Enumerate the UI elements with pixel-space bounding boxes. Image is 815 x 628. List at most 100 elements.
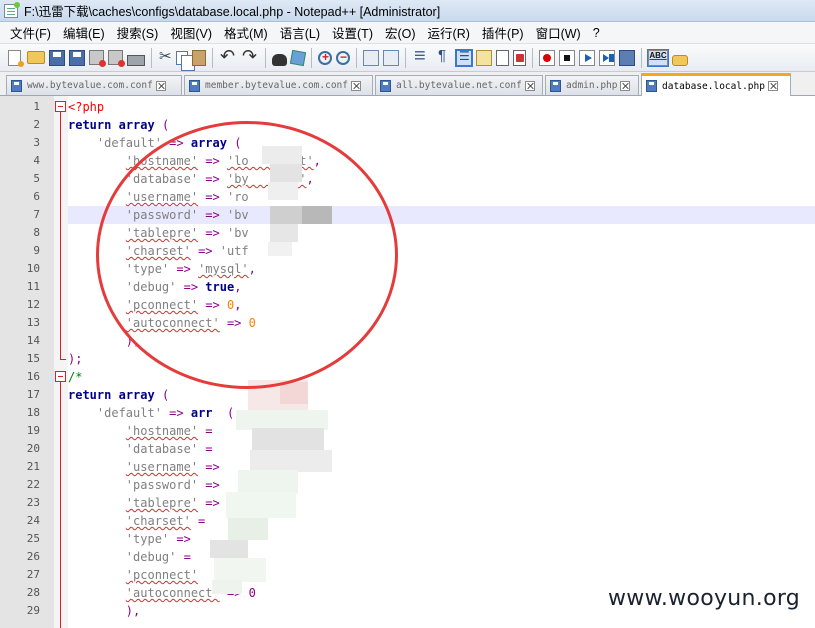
line-number: 29 bbox=[26, 604, 40, 617]
open-file-icon[interactable] bbox=[27, 51, 45, 64]
paste-icon[interactable] bbox=[192, 49, 206, 66]
indent-guide-icon[interactable] bbox=[455, 48, 473, 67]
operator: => bbox=[198, 496, 220, 510]
toolbar-separator bbox=[641, 47, 642, 68]
operator: = bbox=[198, 424, 213, 438]
print-icon[interactable] bbox=[127, 54, 145, 66]
language-icon[interactable] bbox=[476, 49, 492, 66]
tab-close-icon[interactable] bbox=[155, 80, 166, 91]
code-editor[interactable]: 1 2 3 4 5 6 7 8 9 10 11 12 13 14 15 16 1… bbox=[0, 96, 815, 628]
line-number: 25 bbox=[26, 532, 40, 545]
plugin-icon[interactable] bbox=[672, 54, 688, 66]
keyword-array: array bbox=[118, 118, 155, 132]
watermark-text: www.wooyun.org bbox=[608, 586, 801, 611]
find-icon[interactable] bbox=[272, 53, 287, 66]
tab-label: admin.php bbox=[566, 80, 618, 91]
cut-icon[interactable] bbox=[158, 47, 172, 67]
close-icon[interactable] bbox=[89, 50, 106, 67]
line-number: 8 bbox=[33, 226, 40, 239]
tab-admin-php[interactable]: admin.php bbox=[545, 75, 639, 95]
operator: ); bbox=[68, 352, 83, 366]
string-key: 'pconnect' bbox=[125, 568, 199, 582]
function-list-icon[interactable] bbox=[513, 49, 526, 66]
menu-settings[interactable]: 设置(T) bbox=[326, 23, 379, 42]
fold-toggle-icon[interactable] bbox=[55, 101, 66, 112]
tab-close-icon[interactable] bbox=[767, 81, 778, 91]
toolbar-separator bbox=[212, 47, 213, 68]
code-line: 'hostname' = bbox=[68, 422, 815, 440]
file-saved-icon bbox=[189, 79, 200, 92]
menu-edit[interactable]: 编辑(E) bbox=[57, 23, 111, 42]
menu-view[interactable]: 视图(V) bbox=[164, 23, 218, 42]
menu-format[interactable]: 格式(M) bbox=[218, 23, 274, 42]
menu-macro[interactable]: 宏(O) bbox=[379, 23, 422, 42]
new-file-icon[interactable] bbox=[8, 49, 24, 67]
line-number: 22 bbox=[26, 478, 40, 491]
operator: = bbox=[190, 514, 206, 528]
toolbar-separator bbox=[311, 47, 312, 68]
tab-close-icon[interactable] bbox=[351, 80, 361, 91]
menu-search[interactable]: 搜索(S) bbox=[111, 23, 165, 42]
show-all-chars-icon[interactable] bbox=[434, 47, 452, 67]
tab-label: database.local.php bbox=[662, 80, 765, 92]
code-line: return array ( bbox=[68, 386, 815, 404]
keyword-array: array bbox=[118, 388, 155, 402]
close-all-icon[interactable] bbox=[108, 50, 125, 67]
spell-check-icon[interactable]: ABC bbox=[647, 48, 669, 67]
tab-www-bytevalue-conf[interactable]: www.bytevalue.com.conf bbox=[6, 75, 182, 95]
file-saved-icon bbox=[646, 80, 657, 92]
operator: => bbox=[169, 532, 191, 546]
toolbar-separator bbox=[356, 47, 357, 68]
menu-window[interactable]: 窗口(W) bbox=[530, 23, 587, 42]
tab-database-local-php[interactable]: database.local.php bbox=[641, 73, 791, 96]
code-line: return array ( bbox=[68, 116, 815, 134]
tab-close-icon[interactable] bbox=[524, 80, 535, 91]
notepad-plus-plus-icon bbox=[4, 1, 20, 18]
sync-horizontal-icon[interactable] bbox=[383, 49, 399, 66]
line-number: 26 bbox=[26, 550, 40, 563]
tab-member-bytevalue-conf[interactable]: member.bytevalue.com.conf bbox=[184, 75, 373, 95]
menu-run[interactable]: 运行(R) bbox=[422, 23, 476, 42]
run-macro-multiple-icon[interactable] bbox=[599, 49, 615, 66]
string-key: 'default' bbox=[96, 406, 162, 420]
fold-toggle-icon[interactable] bbox=[55, 371, 66, 382]
menu-plugins[interactable]: 插件(P) bbox=[476, 23, 530, 42]
string-key: 'type' bbox=[125, 532, 170, 546]
line-number: 27 bbox=[26, 568, 40, 581]
line-number: 28 bbox=[26, 586, 40, 599]
string-key: 'autoconnect' bbox=[125, 586, 220, 600]
menu-help[interactable]: ? bbox=[587, 26, 606, 40]
line-number: 16 bbox=[26, 370, 40, 383]
replace-icon[interactable] bbox=[289, 49, 307, 66]
line-number: 5 bbox=[33, 172, 40, 185]
record-macro-icon[interactable] bbox=[539, 49, 555, 66]
redo-icon[interactable] bbox=[241, 46, 259, 67]
line-number: 20 bbox=[26, 442, 40, 455]
menu-file[interactable]: 文件(F) bbox=[4, 23, 57, 42]
save-macro-icon[interactable] bbox=[619, 49, 635, 66]
line-number: 10 bbox=[26, 262, 40, 275]
title-bar[interactable]: F:\迅雷下载\caches\configs\database.local.ph… bbox=[0, 0, 815, 22]
save-all-icon[interactable] bbox=[69, 49, 85, 66]
copy-icon[interactable] bbox=[176, 50, 195, 71]
zoom-in-icon[interactable] bbox=[318, 50, 332, 65]
sync-vertical-icon[interactable] bbox=[363, 49, 379, 66]
operator: ( bbox=[154, 118, 170, 132]
line-number: 24 bbox=[26, 514, 40, 527]
zoom-out-icon[interactable] bbox=[336, 50, 350, 65]
line-number: 19 bbox=[26, 424, 40, 437]
menu-language[interactable]: 语言(L) bbox=[274, 23, 326, 42]
file-saved-icon bbox=[380, 79, 391, 92]
save-icon[interactable] bbox=[49, 49, 65, 66]
toolbar: ABC bbox=[0, 44, 815, 72]
line-number: 3 bbox=[33, 136, 40, 149]
stop-record-icon[interactable] bbox=[559, 49, 575, 66]
tab-all-bytevalue-conf[interactable]: all.bytevalue.net.conf bbox=[375, 75, 543, 95]
play-macro-icon[interactable] bbox=[579, 49, 595, 66]
fold-end-marker bbox=[60, 359, 66, 360]
word-wrap-icon[interactable] bbox=[412, 45, 430, 68]
undo-icon[interactable] bbox=[219, 46, 237, 67]
doc-map-icon[interactable] bbox=[496, 49, 509, 66]
tab-close-icon[interactable] bbox=[620, 80, 631, 91]
tab-label: all.bytevalue.net.conf bbox=[396, 80, 522, 91]
